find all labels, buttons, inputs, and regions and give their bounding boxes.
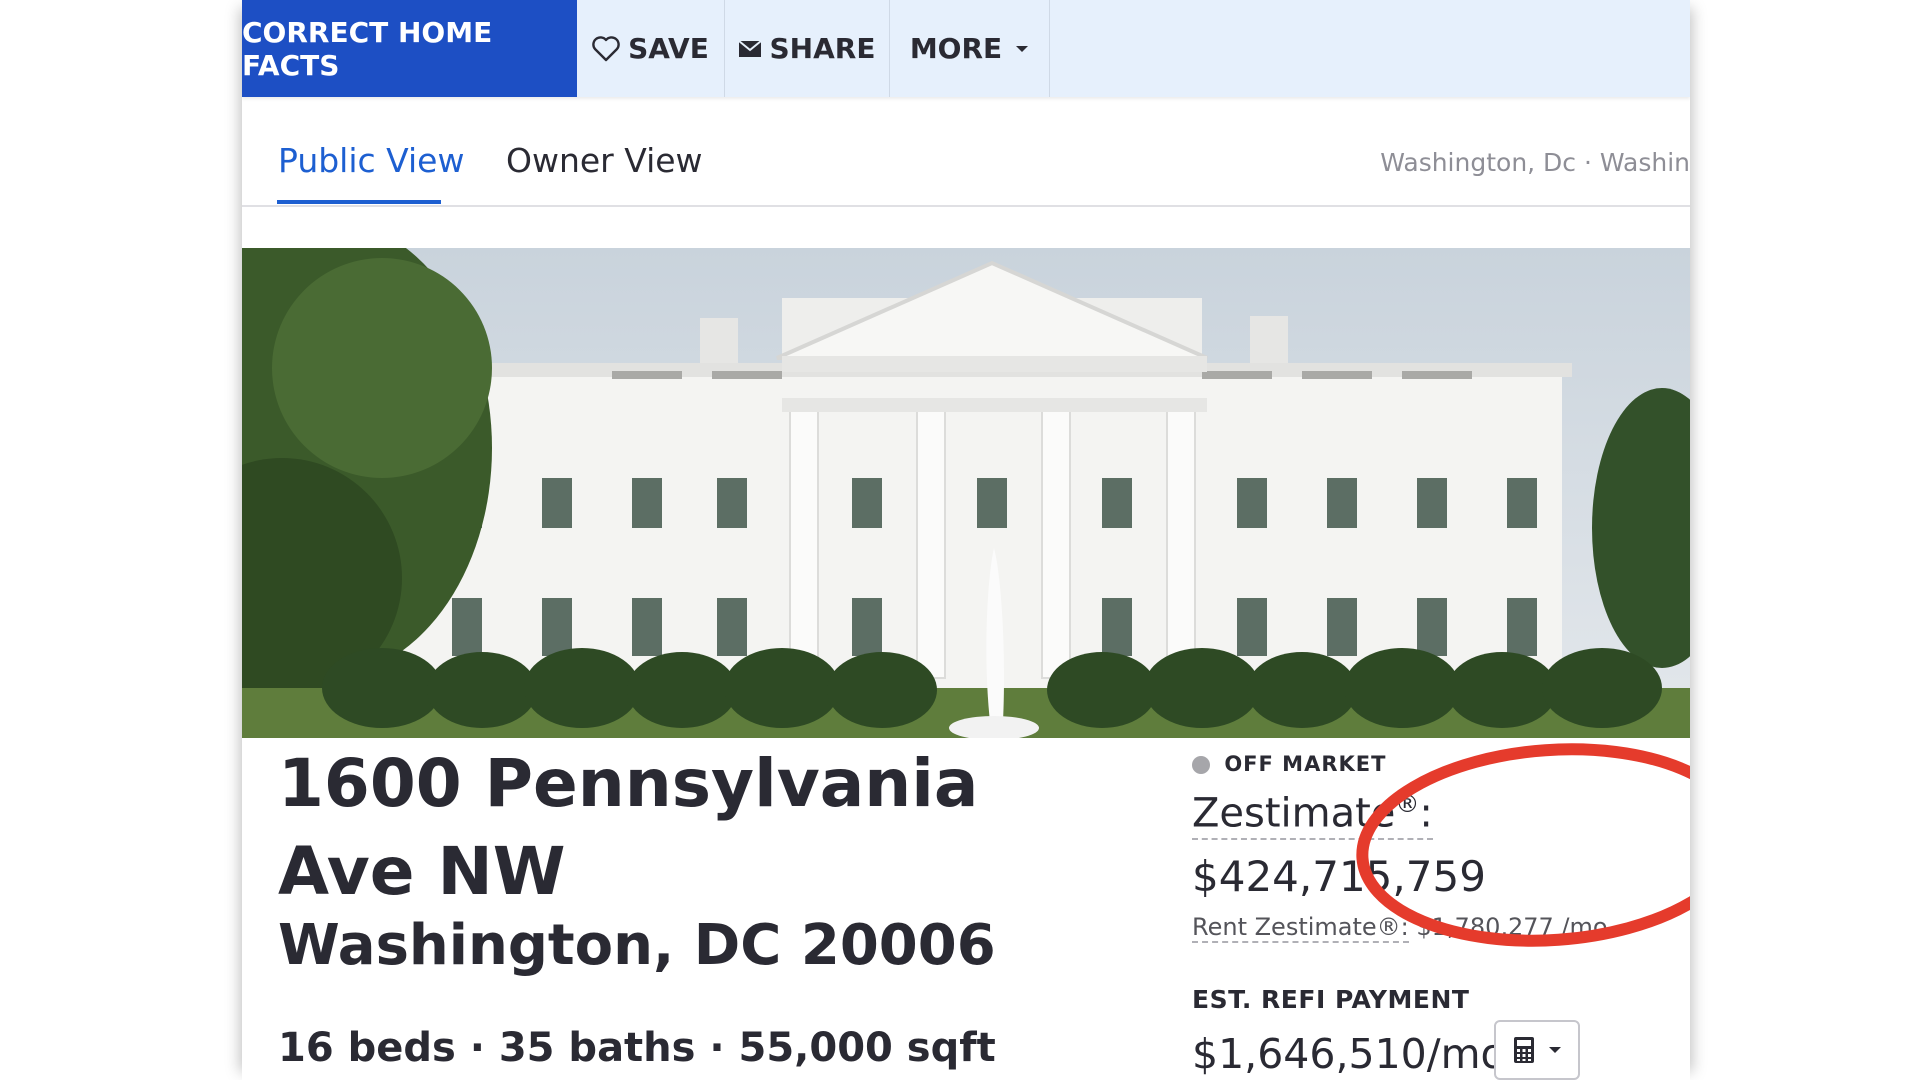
chevron-down-icon (1549, 1047, 1561, 1053)
listing-status: OFF MARKET (1192, 752, 1386, 776)
zestimate-value: $424,715,759 (1192, 852, 1486, 901)
zestimate-label-text: Zestimate (1192, 790, 1396, 837)
more-button[interactable]: MORE (889, 0, 1050, 97)
status-dot-icon (1192, 756, 1210, 774)
save-label: SAVE (628, 32, 709, 65)
property-photo[interactable] (242, 248, 1690, 738)
heart-icon (592, 35, 620, 61)
tab-public-view[interactable]: Public View (278, 141, 464, 180)
registered-mark: ® (1395, 790, 1420, 818)
active-tab-indicator (277, 200, 441, 204)
refi-payment-label: EST. REFI PAYMENT (1192, 985, 1470, 1014)
home-facts-summary: 16 beds · 35 baths · 55,000 sqft (278, 1025, 996, 1071)
save-button[interactable]: SAVE (577, 0, 725, 97)
refi-payment-value: $1,646,510/mo (1192, 1030, 1506, 1078)
correct-home-facts-label: CORRECT HOME FACTS (242, 15, 493, 82)
calculator-icon (1514, 1037, 1534, 1063)
chevron-down-icon (1016, 45, 1029, 52)
zestimate-label[interactable]: Zestimate®: (1192, 790, 1433, 841)
action-bar: CORRECT HOME FACTS SAVE SHARE MORE (242, 0, 1690, 97)
breadcrumb[interactable]: Washington, Dc · Washin (1380, 148, 1690, 177)
rent-zestimate-value: $1,780,277 /mo (1408, 913, 1608, 941)
rent-zestimate-label[interactable]: Rent Zestimate®: (1192, 913, 1409, 943)
mail-icon (737, 39, 762, 57)
payment-calculator-button[interactable] (1494, 1020, 1580, 1080)
correct-home-facts-button[interactable]: CORRECT HOME FACTS (242, 0, 577, 97)
tab-owner-view[interactable]: Owner View (506, 141, 703, 180)
status-text: OFF MARKET (1224, 752, 1387, 776)
rent-zestimate: Rent Zestimate®: $1,780,277 /mo (1192, 913, 1608, 943)
street-address: 1600 Pennsylvania Ave NW (278, 745, 979, 910)
listing-panel: CORRECT HOME FACTS SAVE SHARE MORE Publi… (242, 0, 1690, 1080)
more-label: MORE (909, 32, 1003, 65)
share-label: SHARE (769, 32, 876, 65)
city-state-zip: Washington, DC 20006 (278, 913, 996, 978)
zestimate-colon: : (1419, 790, 1433, 837)
share-button[interactable]: SHARE (724, 0, 890, 97)
